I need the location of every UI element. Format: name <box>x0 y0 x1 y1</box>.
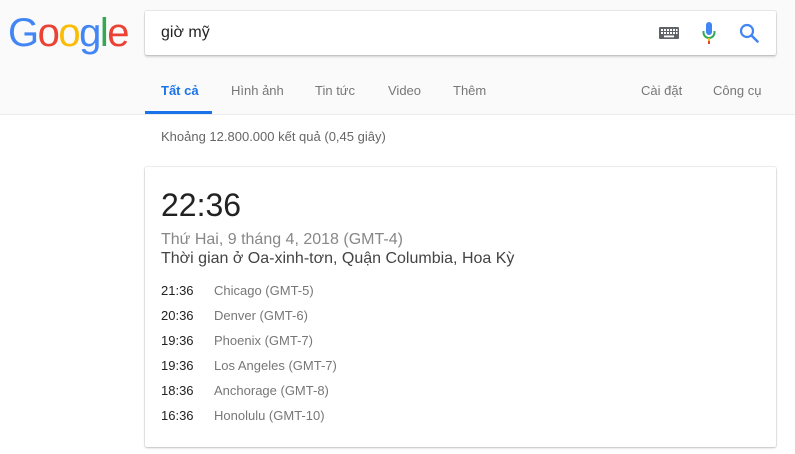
zone-city: Chicago (GMT-5) <box>214 283 314 298</box>
search-tabs: Tất cả Hình ảnh Tin tức Video Thêm Cài đ… <box>0 72 795 114</box>
tab-news[interactable]: Tin tức <box>315 83 355 98</box>
time-location: Thời gian ở Oa-xinh-tơn, Quận Columbia, … <box>161 250 515 267</box>
search-icon[interactable] <box>739 23 759 43</box>
logo-letter: o <box>58 11 80 55</box>
zone-city: Phoenix (GMT-7) <box>214 333 313 348</box>
zone-time: 21:36 <box>161 283 194 298</box>
logo-letter: g <box>79 11 101 55</box>
zone-time: 18:36 <box>161 383 194 398</box>
zone-city: Denver (GMT-6) <box>214 308 308 323</box>
tab-all[interactable]: Tất cả <box>161 83 199 98</box>
google-logo[interactable]: Google <box>8 9 129 57</box>
search-input[interactable] <box>161 11 641 55</box>
logo-letter: e <box>107 11 129 55</box>
logo-letter: l <box>99 11 109 55</box>
logo-letter: G <box>8 11 39 55</box>
search-box <box>145 11 776 55</box>
zone-city: Honolulu (GMT-10) <box>214 408 325 423</box>
result-stats: Khoảng 12.800.000 kết quả (0,45 giây) <box>161 129 386 144</box>
header: Google Tất cả Hình ảnh Tin tức Video Thê… <box>0 0 795 115</box>
settings-link[interactable]: Cài đặt <box>641 83 682 98</box>
time-card: 22:36 Thứ Hai, 9 tháng 4, 2018 (GMT-4) T… <box>145 167 776 447</box>
zone-city: Los Angeles (GMT-7) <box>214 358 337 373</box>
tab-video[interactable]: Video <box>388 83 421 98</box>
tab-more[interactable]: Thêm <box>453 83 486 98</box>
current-time: 22:36 <box>161 187 242 223</box>
logo-letter: o <box>37 11 60 55</box>
active-tab-indicator <box>145 111 212 114</box>
tools-link[interactable]: Công cụ <box>713 83 761 98</box>
microphone-icon[interactable] <box>702 22 716 44</box>
zone-time: 19:36 <box>161 333 194 348</box>
zone-time: 20:36 <box>161 308 194 323</box>
zone-city: Anchorage (GMT-8) <box>214 383 329 398</box>
keyboard-icon[interactable] <box>659 27 679 39</box>
zone-time: 16:36 <box>161 408 194 423</box>
zone-time: 19:36 <box>161 358 194 373</box>
current-date: Thứ Hai, 9 tháng 4, 2018 (GMT-4) <box>161 231 403 248</box>
tab-images[interactable]: Hình ảnh <box>231 83 284 98</box>
